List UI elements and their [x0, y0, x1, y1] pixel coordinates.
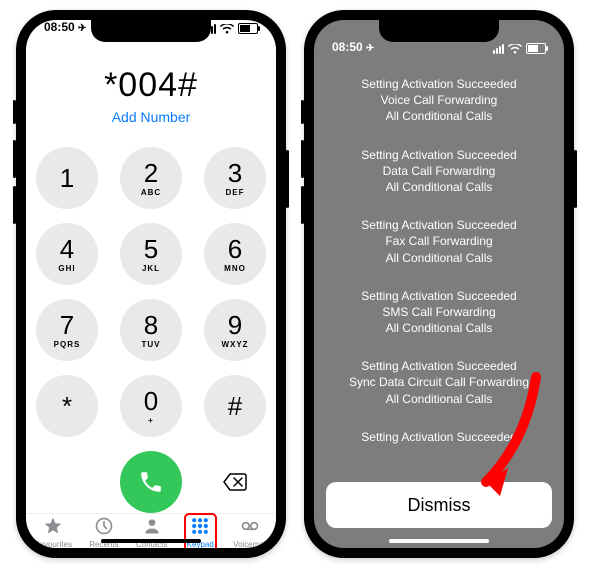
phone-icon	[138, 469, 164, 495]
result-message: Setting Activation SucceededSMS Call For…	[328, 288, 550, 337]
favourites-icon	[42, 516, 64, 538]
status-time: 08:50 ✈	[332, 40, 374, 54]
result-screen: 08:50 ✈ Setting Activation SucceededVoic…	[314, 20, 564, 548]
call-row	[26, 437, 276, 513]
status-right	[493, 43, 546, 54]
dismiss-wrap: Dismiss	[314, 472, 564, 548]
result-message: Setting Activation SucceededData Call Fo…	[328, 147, 550, 196]
add-number-button[interactable]: Add Number	[26, 109, 276, 125]
dial-display: *004# Add Number	[26, 36, 276, 125]
key-#[interactable]: #	[204, 375, 266, 437]
dialer-screen: 08:50 ✈ *004# Add Number 1 2ABC 3DEF 4GHI 5J…	[26, 20, 276, 548]
recents-icon	[93, 516, 115, 538]
status-right	[205, 23, 258, 34]
key-*[interactable]: *	[36, 375, 98, 437]
notch	[91, 20, 211, 42]
key-5[interactable]: 5JKL	[120, 223, 182, 285]
tab-recents[interactable]: Recents	[89, 516, 118, 548]
result-message: Setting Activation Succeeded	[328, 429, 550, 445]
battery-icon	[526, 43, 546, 54]
battery-icon	[238, 23, 258, 34]
key-2[interactable]: 2ABC	[120, 147, 182, 209]
result-messages: Setting Activation SucceededVoice Call F…	[314, 56, 564, 472]
keypad-icon	[189, 516, 211, 538]
key-0[interactable]: 0+	[120, 375, 182, 437]
result-message: Setting Activation SucceededFax Call For…	[328, 217, 550, 266]
signal-icon	[493, 44, 504, 54]
key-4[interactable]: 4GHI	[36, 223, 98, 285]
status-time: 08:50 ✈	[44, 20, 86, 34]
result-message: Setting Activation SucceededSync Data Ci…	[328, 358, 550, 407]
keypad: 1 2ABC 3DEF 4GHI 5JKL 6MNO 7PQRS 8TUV 9WXYZ * 0+ #	[26, 125, 276, 437]
voicemail-icon	[239, 516, 261, 538]
backspace-icon	[222, 472, 248, 492]
key-6[interactable]: 6MNO	[204, 223, 266, 285]
tab-contacts[interactable]: Contacts	[136, 516, 168, 548]
home-indicator	[389, 539, 489, 543]
call-button[interactable]	[120, 451, 182, 513]
entered-number: *004#	[26, 66, 276, 105]
tab-voicemail[interactable]: Voicemail	[233, 516, 267, 548]
contacts-icon	[141, 516, 163, 538]
wifi-icon	[220, 24, 234, 34]
dismiss-button[interactable]: Dismiss	[326, 482, 552, 528]
home-indicator	[101, 539, 201, 543]
wifi-icon	[508, 44, 522, 54]
key-3[interactable]: 3DEF	[204, 147, 266, 209]
result-message: Setting Activation SucceededVoice Call F…	[328, 76, 550, 125]
phone-left: 08:50 ✈ *004# Add Number 1 2ABC 3DEF 4GHI 5J…	[16, 10, 286, 558]
notch	[379, 20, 499, 42]
tab-favourites[interactable]: Favourites	[35, 516, 72, 548]
key-9[interactable]: 9WXYZ	[204, 299, 266, 361]
phone-right: 08:50 ✈ Setting Activation SucceededVoic…	[304, 10, 574, 558]
key-7[interactable]: 7PQRS	[36, 299, 98, 361]
key-1[interactable]: 1	[36, 147, 98, 209]
delete-button[interactable]	[204, 451, 266, 513]
key-8[interactable]: 8TUV	[120, 299, 182, 361]
